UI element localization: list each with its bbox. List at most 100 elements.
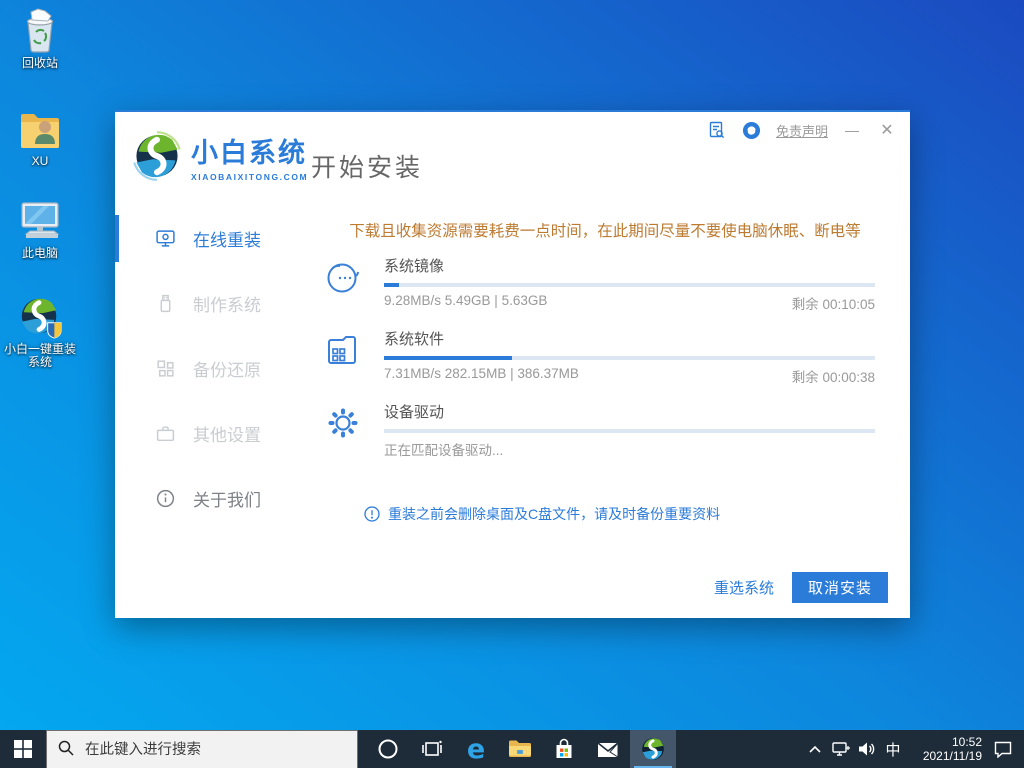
clock-time: 10:52 <box>952 735 982 749</box>
support-icon[interactable] <box>741 119 763 141</box>
sidebar-item-label: 制作系统 <box>193 291 261 316</box>
sidebar-item-label: 其他设置 <box>193 421 261 446</box>
ime-indicator[interactable]: 中 <box>880 730 906 768</box>
taskbar: e <box>0 730 1024 768</box>
progress-fill <box>384 356 512 360</box>
system-tray: 中 10:52 2021/11/19 <box>802 730 1024 768</box>
xiaobai-logo-icon <box>131 130 183 182</box>
desktop-icon-label-line2: 系统 <box>28 356 52 369</box>
network-button[interactable] <box>828 730 854 768</box>
search-icon <box>58 740 74 756</box>
mascot-face-icon <box>322 255 364 313</box>
mail-icon <box>596 739 620 759</box>
task-speed-size: 7.31MB/s 282.15MB | 386.37MB <box>384 366 579 386</box>
task-view-icon <box>421 739 443 759</box>
edge-icon: e <box>467 736 485 763</box>
sidebar-item-other-settings[interactable]: 其他设置 <box>115 401 300 466</box>
task-row-system-image: 系统镜像 9.28MB/s 5.49GB | 5.63GB 剩余 00:10:0… <box>322 255 875 313</box>
task-row-device-driver: 设备驱动 正在匹配设备驱动... <box>322 401 875 459</box>
task-speed-size: 9.28MB/s 5.49GB | 5.63GB <box>384 293 547 313</box>
brand-name: 小白系统 <box>191 131 308 170</box>
task-status-text: 正在匹配设备驱动... <box>384 439 503 459</box>
cortana-button[interactable] <box>366 730 410 768</box>
file-explorer-icon <box>508 739 532 759</box>
task-list: 系统镜像 9.28MB/s 5.49GB | 5.63GB 剩余 00:10:0… <box>322 255 875 474</box>
action-center-icon <box>993 740 1013 758</box>
task-stats: 正在匹配设备驱动... <box>384 439 875 459</box>
desktop-icon-label: 此电脑 <box>22 247 58 260</box>
taskbar-clock[interactable]: 10:52 2021/11/19 <box>906 730 986 768</box>
task-name: 设备驱动 <box>384 401 875 422</box>
sidebar-item-about-us[interactable]: 关于我们 <box>115 466 300 531</box>
report-icon[interactable] <box>706 119 728 141</box>
brand-domain: XIAOBAIXITONG.COM <box>191 172 308 182</box>
store-icon <box>553 738 575 760</box>
grid-icon <box>155 358 176 379</box>
windows-start-icon <box>14 740 32 758</box>
task-body: 设备驱动 正在匹配设备驱动... <box>384 401 875 459</box>
cortana-icon <box>377 738 399 760</box>
sidebar-item-label: 备份还原 <box>193 356 261 381</box>
progress-bar <box>384 356 875 360</box>
start-button[interactable] <box>0 730 46 768</box>
desktop-icon-this-pc[interactable]: 此电脑 <box>2 198 78 260</box>
sidebar-item-make-system[interactable]: 制作系统 <box>115 271 300 336</box>
backup-warning: 重装之前会删除桌面及C盘文件，请及时备份重要资料 <box>364 504 720 524</box>
tray-expand-button[interactable] <box>802 730 828 768</box>
brand: 小白系统 XIAOBAIXITONG.COM <box>131 130 308 182</box>
titlebar-controls: 免责声明 — ✕ <box>706 119 898 141</box>
clock-date: 2021/11/19 <box>923 749 982 763</box>
briefcase-icon <box>155 423 176 444</box>
task-view-button[interactable] <box>410 730 454 768</box>
search-input[interactable] <box>46 730 358 768</box>
sidebar-item-backup-restore[interactable]: 备份还原 <box>115 336 300 401</box>
volume-button[interactable] <box>854 730 880 768</box>
store-button[interactable] <box>542 730 586 768</box>
xiaobai-taskbar-button[interactable] <box>630 730 676 768</box>
chevron-up-icon <box>808 744 822 754</box>
task-stats: 9.28MB/s 5.49GB | 5.63GB 剩余 00:10:05 <box>384 293 875 313</box>
progress-fill <box>384 283 399 287</box>
sidebar-item-online-reinstall[interactable]: 在线重装 <box>115 206 300 271</box>
software-folder-icon <box>322 328 364 386</box>
page-title: 开始安装 <box>311 148 423 184</box>
task-stats: 7.31MB/s 282.15MB | 386.37MB 剩余 00:00:38 <box>384 366 875 386</box>
brand-text: 小白系统 XIAOBAIXITONG.COM <box>191 131 308 182</box>
info-icon <box>155 488 176 509</box>
backup-warning-text: 重装之前会删除桌面及C盘文件，请及时备份重要资料 <box>388 504 720 524</box>
file-explorer-button[interactable] <box>498 730 542 768</box>
disclaimer-link[interactable]: 免责声明 <box>776 121 828 140</box>
desktop-icon-label: XU <box>32 155 49 168</box>
sidebar-item-label: 关于我们 <box>193 486 261 511</box>
close-button[interactable]: ✕ <box>876 119 898 141</box>
edge-button[interactable]: e <box>454 730 498 768</box>
task-body: 系统镜像 9.28MB/s 5.49GB | 5.63GB 剩余 00:10:0… <box>384 255 875 313</box>
sidebar-item-label: 在线重装 <box>193 226 261 251</box>
footer-actions: 重选系统 取消安装 <box>714 572 888 603</box>
progress-bar <box>384 429 875 433</box>
xiaobai-app-icon <box>17 294 63 340</box>
reselect-system-link[interactable]: 重选系统 <box>714 577 774 598</box>
xiaobai-app-icon <box>640 736 666 762</box>
close-glyph: ✕ <box>880 120 893 140</box>
download-notice: 下载且收集资源需要耗费一点时间，在此期间尽量不要使电脑休眠、断电等 <box>330 219 880 241</box>
window-header: 小白系统 XIAOBAIXITONG.COM 开始安装 <box>115 112 910 198</box>
progress-bar <box>384 283 875 287</box>
desktop-icon-recycle-bin[interactable]: 回收站 <box>2 8 78 70</box>
task-name: 系统软件 <box>384 328 875 349</box>
task-body: 系统软件 7.31MB/s 282.15MB | 386.37MB 剩余 00:… <box>384 328 875 386</box>
monitor-icon <box>155 228 176 249</box>
alert-circle-icon <box>364 506 380 522</box>
desktop-icon-label: 回收站 <box>22 57 58 70</box>
sidebar: 在线重装 制作系统 备份还原 其他设置 <box>115 198 300 618</box>
minimize-button[interactable]: — <box>841 119 863 141</box>
desktop-icon-user-folder[interactable]: XU <box>2 106 78 168</box>
desktop-icon-xiaobai[interactable]: 小白一键重装 系统 <box>2 294 78 369</box>
action-center-button[interactable] <box>986 730 1020 768</box>
this-pc-icon <box>17 198 63 244</box>
taskbar-search[interactable] <box>46 730 358 768</box>
cancel-install-button[interactable]: 取消安装 <box>792 572 888 603</box>
task-remaining: 剩余 00:00:38 <box>792 366 875 386</box>
mail-button[interactable] <box>586 730 630 768</box>
speaker-icon <box>857 740 877 758</box>
